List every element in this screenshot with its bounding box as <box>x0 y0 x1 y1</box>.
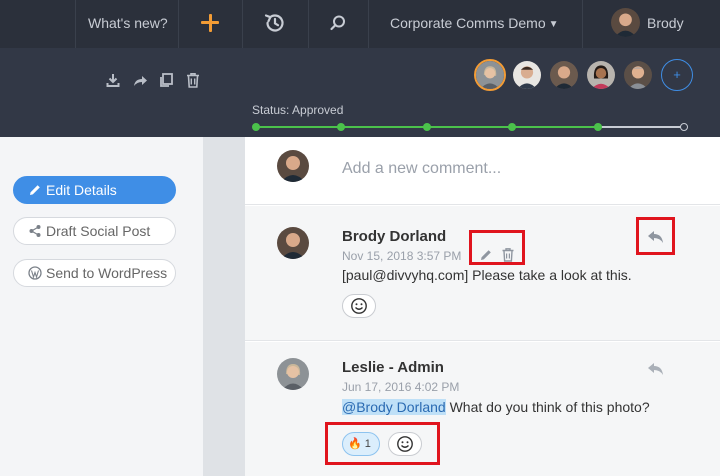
history-icon[interactable] <box>263 11 287 35</box>
draft-social-post-button[interactable]: Draft Social Post <box>13 217 176 245</box>
user-avatar[interactable] <box>611 8 640 37</box>
copy-icon[interactable] <box>158 72 174 88</box>
nav-divider <box>242 0 243 48</box>
sidebar: Edit Details Draft Social Post Send to W… <box>0 137 203 476</box>
workflow-step[interactable] <box>594 123 602 131</box>
edit-details-button[interactable]: Edit Details <box>13 176 176 204</box>
share-nodes-icon <box>29 225 41 237</box>
delete-comment-icon[interactable] <box>501 247 515 262</box>
nav-divider <box>75 0 76 48</box>
avatar[interactable] <box>585 59 617 91</box>
smiley-icon <box>351 298 367 314</box>
avatar <box>277 150 309 182</box>
create-plus-icon[interactable] <box>197 10 223 36</box>
avatar[interactable] <box>474 59 506 91</box>
add-reaction-button[interactable] <box>342 294 376 318</box>
nav-divider <box>582 0 583 48</box>
add-assignee-button[interactable]: + <box>661 59 693 91</box>
draft-social-post-label: Draft Social Post <box>46 223 151 239</box>
workflow-step[interactable] <box>423 123 431 131</box>
user-mention[interactable]: @Brody Dorland <box>342 399 446 415</box>
highlight-box <box>469 230 525 265</box>
avatar <box>277 227 309 259</box>
whats-new-link[interactable]: What's new? <box>88 15 168 31</box>
send-to-wordpress-label: Send to WordPress <box>46 265 168 281</box>
reaction-badge[interactable]: 🔥 1 <box>342 432 380 456</box>
new-comment-row: Add a new comment... <box>245 137 720 205</box>
avatar[interactable] <box>548 59 580 91</box>
send-to-wordpress-button[interactable]: Send to WordPress <box>13 259 176 287</box>
comment-item: Brody Dorland Nov 15, 2018 3:57 PM [paul… <box>245 206 720 341</box>
smiley-icon <box>397 436 413 452</box>
status-label: Status: Approved <box>252 103 344 117</box>
avatar[interactable] <box>511 59 543 91</box>
wordpress-icon <box>28 266 42 280</box>
avatar[interactable] <box>622 59 654 91</box>
workflow-step[interactable] <box>680 123 688 131</box>
reaction-count: 1 <box>364 438 371 450</box>
chevron-down-icon: ▼ <box>548 19 559 30</box>
trash-icon[interactable] <box>185 72 201 88</box>
top-navigation: What's new? Corporate Comms Demo ▼ Brody <box>0 0 720 48</box>
edit-comment-icon[interactable] <box>479 247 493 262</box>
comment-author: Brody Dorland <box>342 228 447 245</box>
reply-icon[interactable] <box>647 362 665 376</box>
workflow-step[interactable] <box>337 123 345 131</box>
comments-panel: Add a new comment... Brody Dorland Nov 1… <box>245 137 720 476</box>
download-icon[interactable] <box>105 72 121 88</box>
nav-divider <box>368 0 369 48</box>
nav-divider <box>308 0 309 48</box>
fire-icon: 🔥 <box>348 438 362 450</box>
content-toolbar: + Status: Approved <box>0 48 720 137</box>
comment-text: @Brody Dorland What do you think of this… <box>342 399 650 415</box>
workspace-name: Corporate Comms Demo <box>390 15 546 31</box>
workspace-dropdown[interactable]: Corporate Comms Demo ▼ <box>390 15 559 31</box>
pencil-icon <box>30 185 40 195</box>
comment-date: Nov 15, 2018 3:57 PM <box>342 249 462 263</box>
new-comment-input[interactable]: Add a new comment... <box>342 160 501 178</box>
search-icon[interactable] <box>328 13 348 33</box>
nav-divider <box>178 0 179 48</box>
workflow-step[interactable] <box>252 123 260 131</box>
avatar <box>277 358 309 390</box>
add-reaction-button[interactable] <box>388 432 422 456</box>
reply-icon[interactable] <box>647 230 665 244</box>
comment-author: Leslie - Admin <box>342 359 444 376</box>
workflow-step[interactable] <box>508 123 516 131</box>
comment-item: Leslie - Admin Jun 17, 2016 4:02 PM @Bro… <box>245 342 720 476</box>
workflow-progress[interactable] <box>252 122 688 132</box>
comment-message: What do you think of this photo? <box>445 399 650 415</box>
comment-date: Jun 17, 2016 4:02 PM <box>342 380 460 394</box>
user-menu[interactable]: Brody <box>647 15 684 31</box>
panel-divider <box>203 137 245 476</box>
comment-text: [paul@divvyhq.com] Please take a look at… <box>342 267 632 283</box>
edit-details-label: Edit Details <box>46 182 117 198</box>
share-icon[interactable] <box>132 72 148 88</box>
